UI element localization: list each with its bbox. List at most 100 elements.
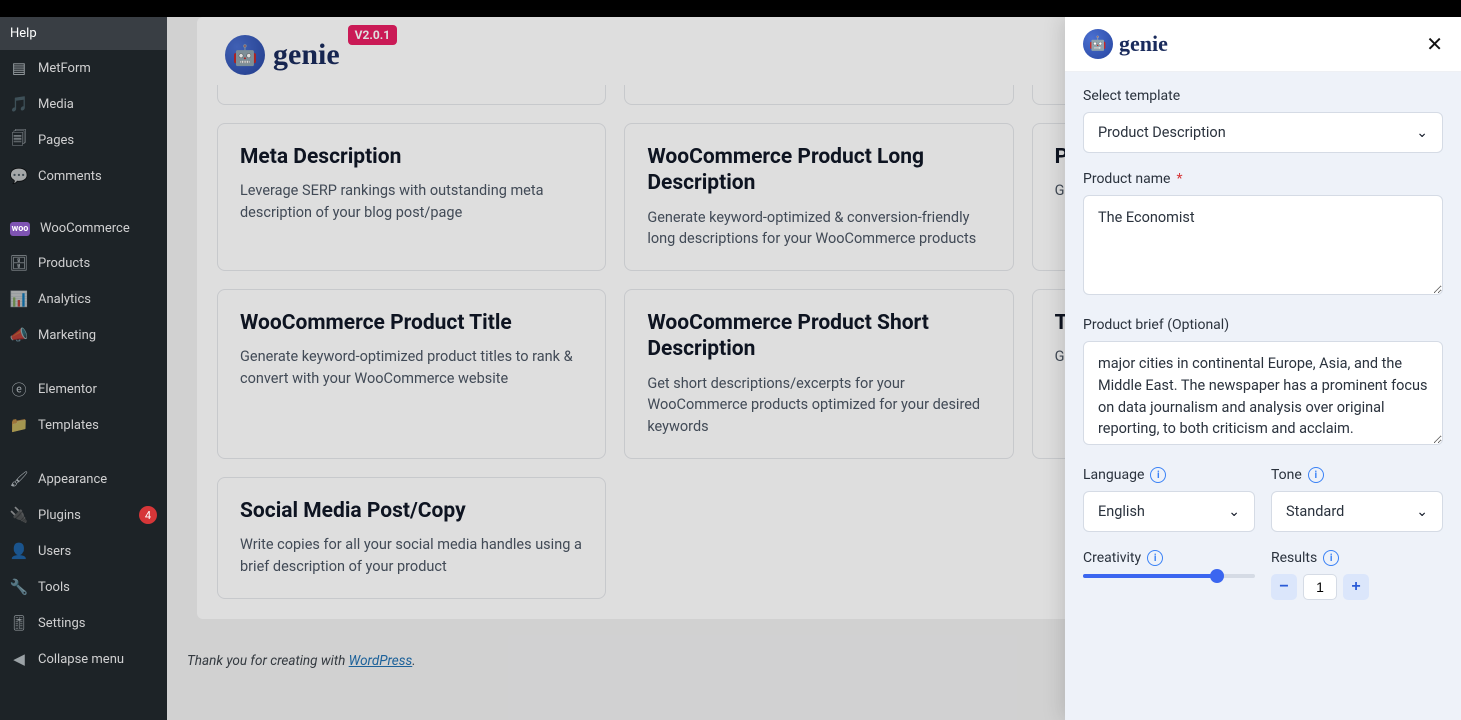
sidebar-item-elementor[interactable]: ⓔ Elementor <box>0 371 167 407</box>
plugins-icon: 🔌 <box>10 506 28 524</box>
card-title: Social Media Post/Copy <box>240 498 583 524</box>
sidebar-item-label: Help <box>10 26 157 41</box>
card-subtitle: Write copies for all your social media h… <box>240 534 583 578</box>
template-label: Select template <box>1083 88 1443 104</box>
sidebar-item-label: WooCommerce <box>40 221 157 236</box>
sidebar-item-label: Elementor <box>38 382 157 397</box>
sidebar-item-metform[interactable]: ▤ MetForm <box>0 50 167 86</box>
footer-link[interactable]: WordPress <box>349 653 413 669</box>
sidebar-item-pages[interactable]: 🗐 Pages <box>0 122 167 158</box>
chevron-down-icon: ⌄ <box>1416 504 1428 520</box>
sidebar-item-label: Appearance <box>38 472 157 487</box>
product-brief-input[interactable] <box>1083 341 1443 445</box>
card-partial[interactable] <box>624 85 1013 105</box>
template-card-woo-long-desc[interactable]: WooCommerce Product Long Description Gen… <box>624 123 1013 271</box>
media-icon: 🎵 <box>10 95 28 113</box>
template-card-meta-description[interactable]: Meta Description Leverage SERP rankings … <box>217 123 606 271</box>
tools-icon: 🔧 <box>10 578 28 596</box>
creativity-slider[interactable] <box>1083 574 1255 578</box>
mascot-icon: 🤖 <box>1083 29 1113 59</box>
sidebar-item-label: Templates <box>38 418 157 433</box>
tone-label: Tone i <box>1271 467 1443 483</box>
sidebar-item-help[interactable]: Help <box>0 17 167 50</box>
sidebar-item-label: Collapse menu <box>38 652 157 667</box>
info-icon[interactable]: i <box>1150 467 1166 483</box>
settings-icon: 🎚 <box>10 614 28 632</box>
pages-icon: 🗐 <box>10 131 28 149</box>
sidebar-item-woocommerce[interactable]: woo WooCommerce <box>0 212 167 245</box>
card-title: Meta Description <box>240 144 583 170</box>
card-title: WooCommerce Product Short Description <box>647 310 990 363</box>
marketing-icon: 📣 <box>10 326 28 344</box>
drawer-body: Select template Product Description ⌄ Pr… <box>1065 72 1461 720</box>
sidebar-item-analytics[interactable]: 📊 Analytics <box>0 281 167 317</box>
card-title: WooCommerce Product Title <box>240 310 583 336</box>
brand-name: genie <box>273 38 340 72</box>
language-select[interactable]: English ⌄ <box>1083 491 1255 532</box>
template-card-social[interactable]: Social Media Post/Copy Write copies for … <box>217 477 606 599</box>
info-icon[interactable]: i <box>1308 467 1324 483</box>
info-icon[interactable]: i <box>1147 550 1163 566</box>
brand-name: genie <box>1119 31 1168 57</box>
slider-fill <box>1083 574 1217 578</box>
template-value: Product Description <box>1098 124 1226 141</box>
sidebar-item-templates[interactable]: 📁 Templates <box>0 407 167 443</box>
info-icon[interactable]: i <box>1323 550 1339 566</box>
form-icon: ▤ <box>10 59 28 77</box>
card-subtitle: Generate keyword-optimized product title… <box>240 346 583 390</box>
card-partial[interactable] <box>217 85 606 105</box>
sidebar-item-label: Marketing <box>38 328 157 343</box>
card-title: WooCommerce Product Long Description <box>647 144 990 197</box>
slider-thumb[interactable] <box>1210 569 1224 583</box>
language-label: Language i <box>1083 467 1255 483</box>
results-value[interactable] <box>1303 574 1337 600</box>
close-button[interactable]: ✕ <box>1426 32 1443 57</box>
sidebar-item-label: Plugins <box>38 508 129 523</box>
results-label: Results i <box>1271 550 1443 566</box>
genie-drawer: 🤖 genie ✕ Select template Product Descri… <box>1065 17 1461 720</box>
comment-icon: 💬 <box>10 167 28 185</box>
decrement-button[interactable]: − <box>1271 574 1297 600</box>
results-stepper: − + <box>1271 574 1443 600</box>
drawer-brand: 🤖 genie <box>1083 29 1168 59</box>
sidebar-item-label: Products <box>38 256 157 271</box>
card-subtitle: Leverage SERP rankings with outstanding … <box>240 180 583 224</box>
plugins-badge: 4 <box>139 506 157 524</box>
sidebar-item-marketing[interactable]: 📣 Marketing <box>0 317 167 353</box>
sidebar-item-users[interactable]: 👤 Users <box>0 533 167 569</box>
woo-icon: woo <box>10 222 30 236</box>
mascot-icon: 🤖 <box>225 35 265 75</box>
chevron-down-icon: ⌄ <box>1416 125 1428 141</box>
collapse-icon: ◀ <box>10 650 28 668</box>
sidebar-item-label: Media <box>38 97 157 112</box>
creativity-label: Creativity i <box>1083 550 1255 566</box>
sidebar-item-tools[interactable]: 🔧 Tools <box>0 569 167 605</box>
sidebar-item-appearance[interactable]: 🖌 Appearance <box>0 461 167 497</box>
template-card-woo-short-desc[interactable]: WooCommerce Product Short Description Ge… <box>624 289 1013 459</box>
sidebar-item-products[interactable]: 🗄 Products <box>0 245 167 281</box>
template-select[interactable]: Product Description ⌄ <box>1083 112 1443 153</box>
tone-select[interactable]: Standard ⌄ <box>1271 491 1443 532</box>
sidebar-item-plugins[interactable]: 🔌 Plugins 4 <box>0 497 167 533</box>
card-subtitle: Get short descriptions/excerpts for your… <box>647 373 990 438</box>
users-icon: 👤 <box>10 542 28 560</box>
increment-button[interactable]: + <box>1343 574 1369 600</box>
analytics-icon: 📊 <box>10 290 28 308</box>
sidebar-item-media[interactable]: 🎵 Media <box>0 86 167 122</box>
sidebar-item-label: Users <box>38 544 157 559</box>
required-mark: * <box>1176 171 1182 187</box>
sidebar-item-settings[interactable]: 🎚 Settings <box>0 605 167 641</box>
footer-post: . <box>412 653 415 669</box>
footer-pre: Thank you for creating with <box>187 653 349 669</box>
sidebar-item-collapse[interactable]: ◀ Collapse menu <box>0 641 167 677</box>
tone-value: Standard <box>1286 503 1344 520</box>
product-name-label: Product name * <box>1083 171 1443 187</box>
appearance-icon: 🖌 <box>10 470 28 488</box>
close-icon: ✕ <box>1426 34 1443 56</box>
sidebar-item-comments[interactable]: 💬 Comments <box>0 158 167 194</box>
template-card-woo-title[interactable]: WooCommerce Product Title Generate keywo… <box>217 289 606 459</box>
templates-icon: 📁 <box>10 416 28 434</box>
product-name-input[interactable] <box>1083 195 1443 295</box>
admin-sidebar: Help ▤ MetForm 🎵 Media 🗐 Pages 💬 Comment… <box>0 17 167 720</box>
drawer-header: 🤖 genie ✕ <box>1065 17 1461 72</box>
